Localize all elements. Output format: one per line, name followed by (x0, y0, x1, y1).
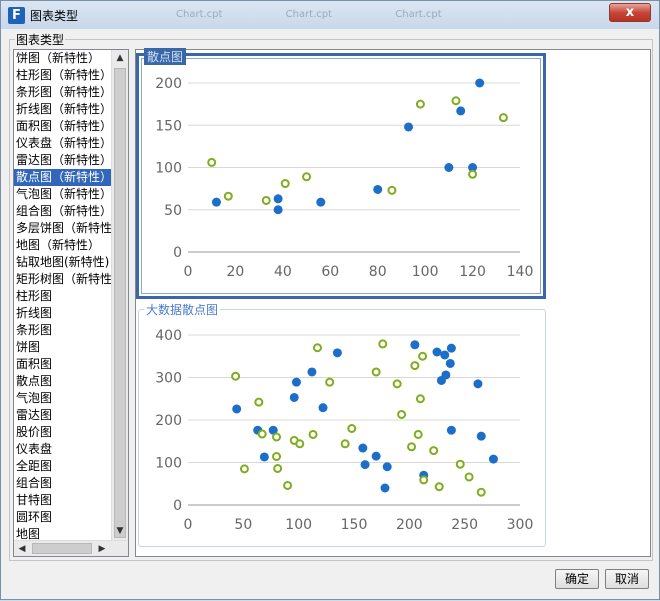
x-tick-label: 60 (321, 264, 339, 280)
scatter-point-green (378, 339, 388, 349)
scatter-point-blue (332, 348, 342, 358)
scatter-point-green (302, 172, 312, 182)
x-tick-label: 140 (507, 264, 534, 280)
scatter-point-blue (476, 431, 486, 441)
scatter-point-blue (289, 392, 299, 402)
y-tick-label: 100 (155, 456, 182, 472)
scatter-point-green (413, 429, 423, 439)
scatter-point-blue (360, 460, 370, 470)
scatter-point-green (254, 397, 264, 407)
scatter-point-blue (259, 452, 269, 462)
x-tick-label: 0 (184, 264, 193, 280)
cancel-button[interactable]: 取消 (605, 569, 649, 589)
scatter-point-green (231, 371, 241, 381)
scatter-point-blue (307, 367, 317, 377)
scatter-point-green (415, 394, 425, 404)
scatter-point-green (468, 169, 478, 179)
scatter-point-green (347, 424, 357, 433)
scatter-point-blue (456, 106, 466, 116)
scatter-point-blue (445, 358, 455, 368)
scatter-point-green (451, 96, 461, 106)
scatter-point-blue (446, 343, 456, 353)
scatter-point-green (415, 99, 425, 109)
scatter-point-green (397, 409, 407, 419)
scatter-point-green (498, 113, 508, 123)
scatter-point-blue (380, 483, 390, 493)
scatter-point-green (455, 459, 465, 469)
scatter-point-green (325, 377, 335, 387)
x-tick-label: 300 (507, 517, 534, 533)
scatter-point-green (419, 475, 429, 485)
scatter-point-green (410, 361, 420, 371)
x-tick-label: 100 (412, 264, 439, 280)
x-tick-label: 250 (451, 517, 478, 533)
y-tick-label: 50 (164, 203, 182, 219)
scatter-point-green (418, 351, 428, 361)
scatter-point-blue (232, 404, 242, 414)
scatter-point-blue (316, 197, 326, 207)
chart-type-dialog: F 图表类型 Chart.cpt Chart.cpt Chart.cpt x 图… (0, 0, 660, 600)
x-tick-label: 20 (227, 264, 245, 280)
scatter-point-green (371, 367, 381, 377)
scatter-point-blue (382, 462, 392, 472)
scatter-point-green (273, 463, 283, 473)
x-tick-label: 50 (234, 517, 252, 533)
scatter-point-green (392, 379, 402, 389)
scatter-point-green (407, 442, 417, 452)
y-tick-label: 200 (155, 413, 182, 429)
x-tick-label: 0 (184, 517, 193, 533)
scatter-point-green (272, 432, 282, 442)
y-tick-label: 150 (155, 118, 182, 134)
scatter-point-blue (273, 194, 283, 204)
scatter-point-green (340, 439, 350, 449)
scatter-point-blue (373, 184, 383, 194)
scatter-point-blue (318, 403, 328, 413)
scatter-point-green (295, 439, 305, 449)
scatter-point-green (280, 179, 290, 189)
scatter-point-blue (488, 454, 498, 464)
scatter-point-green (464, 472, 474, 482)
y-tick-label: 400 (155, 328, 182, 344)
y-tick-label: 100 (155, 161, 182, 177)
x-tick-label: 80 (369, 264, 387, 280)
scatter-point-green (434, 482, 444, 492)
y-tick-label: 300 (155, 371, 182, 387)
scatter-point-green (207, 157, 217, 167)
scatter-point-blue (441, 370, 451, 380)
scatter-point-blue (446, 425, 456, 435)
scatter-point-green (429, 446, 439, 456)
scatter-point-green (272, 452, 282, 462)
x-tick-label: 40 (274, 264, 292, 280)
scatter-point-blue (291, 377, 301, 387)
scatter-point-blue (440, 350, 450, 360)
ok-button[interactable]: 确定 (555, 569, 599, 589)
y-tick-label: 0 (173, 498, 182, 514)
scatter-point-green (312, 343, 322, 353)
scatter-point-green (283, 480, 293, 490)
scatter-point-green (308, 429, 318, 439)
x-tick-label: 200 (396, 517, 423, 533)
x-tick-label: 150 (341, 517, 368, 533)
scatter-point-blue (358, 443, 368, 453)
scatter-point-green (239, 464, 249, 474)
x-tick-label: 120 (459, 264, 486, 280)
scatter-point-green (257, 429, 267, 439)
scatter-point-blue (444, 163, 454, 172)
scatter-point-blue (211, 197, 221, 207)
scatter-point-blue (404, 122, 414, 132)
scatter-point-green (223, 191, 233, 201)
scatter-point-blue (473, 379, 483, 389)
scatter-point-green (387, 185, 397, 195)
scatter-point-blue (432, 347, 442, 357)
scatter-point-blue (410, 340, 420, 350)
scatter-point-blue (371, 451, 381, 461)
x-tick-label: 100 (285, 517, 312, 533)
scatter-point-green (476, 487, 486, 497)
y-tick-label: 200 (155, 76, 182, 92)
scatter-point-blue (475, 78, 485, 88)
scatter-point-green (261, 195, 271, 205)
scatter-charts-svg: 0 50 100 150 200 0 20 40 60 80 100 120 140 0 100 200 300… (155, 76, 534, 533)
scatter-point-blue (273, 205, 283, 215)
y-tick-label: 0 (173, 245, 182, 261)
